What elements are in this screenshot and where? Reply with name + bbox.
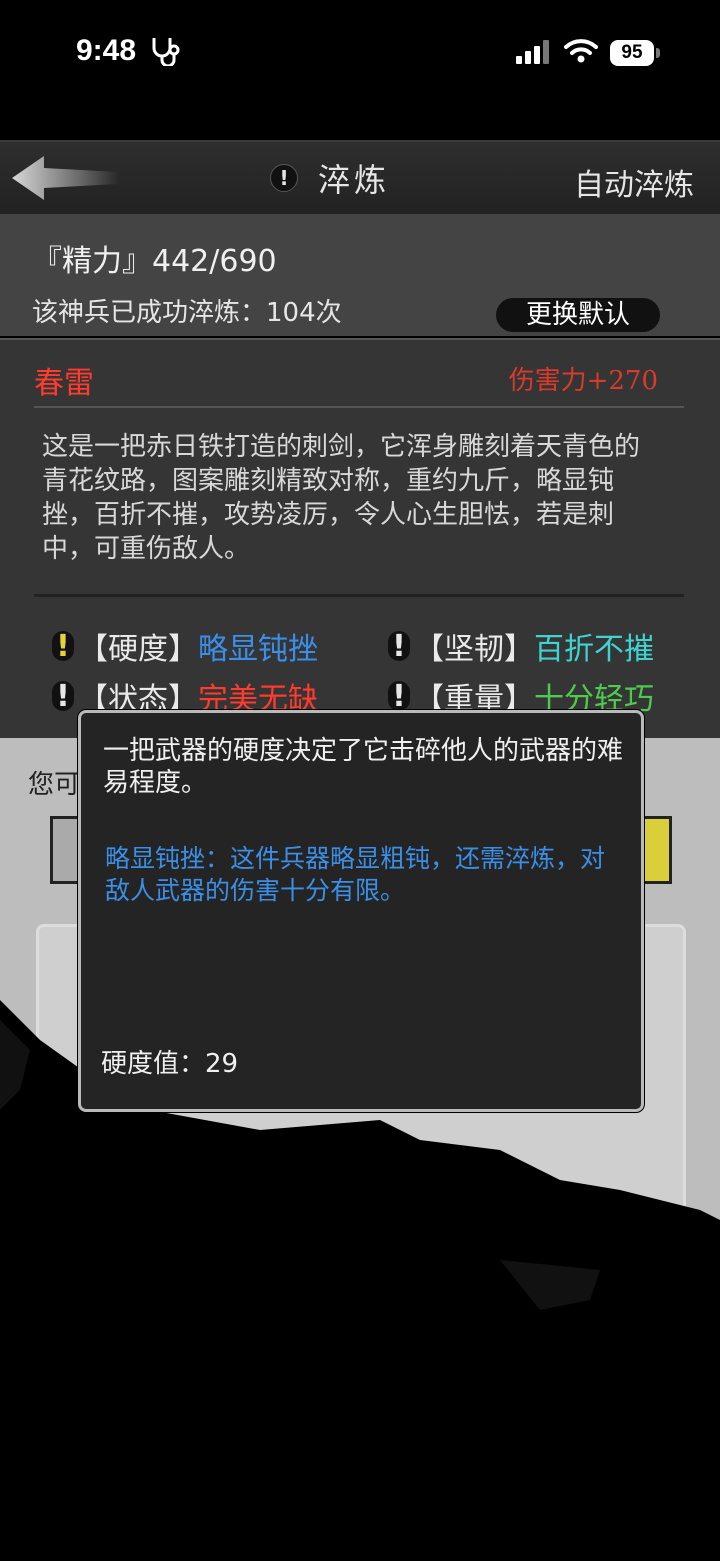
attribute-label: 【坚韧】 bbox=[414, 632, 534, 667]
divider bbox=[34, 406, 684, 408]
weapon-damage: 伤害力+270 bbox=[508, 366, 658, 396]
change-default-button[interactable]: 更换默认 bbox=[496, 298, 660, 332]
info-icon: ! bbox=[388, 679, 410, 714]
hint-text: 您可 bbox=[28, 770, 81, 800]
signal-icon bbox=[516, 40, 549, 64]
info-icon: ! bbox=[52, 629, 74, 664]
info-icon: ! bbox=[388, 629, 410, 664]
attribute-value: 百折不摧 bbox=[534, 632, 654, 667]
energy-text: 『精力』442/690 bbox=[32, 244, 277, 279]
title-wrap: ! 淬炼 bbox=[270, 158, 391, 199]
tooltip-value: 硬度值：29 bbox=[101, 1049, 239, 1079]
header-bar: ! 淬炼 自动淬炼 bbox=[0, 140, 720, 216]
tooltip-level-text: 略显钝挫：这件兵器略显粗钝，还需淬炼，对敌人武器的伤害十分有限。 bbox=[105, 844, 606, 905]
attribute-value: 略显钝挫 bbox=[198, 632, 318, 667]
divider bbox=[34, 594, 684, 597]
hardness-tooltip[interactable]: 一把武器的硬度决定了它击碎他人的武器的难易程度。 略显钝挫：这件兵器略显粗钝，还… bbox=[78, 710, 644, 1112]
energy-panel: 『精力』442/690 该神兵已成功淬炼：104次 更换默认 bbox=[0, 214, 720, 336]
tooltip-description: 一把武器的硬度决定了它击碎他人的武器的难易程度。 bbox=[103, 736, 624, 798]
weapon-name: 春雷 bbox=[34, 366, 94, 401]
weapon-panel: 春雷 伤害力+270 这是一把赤日铁打造的刺剑，它浑身雕刻着天青色的青花纹路，图… bbox=[0, 338, 720, 740]
success-count-text: 该神兵已成功淬炼：104次 bbox=[32, 298, 342, 328]
wifi-icon bbox=[564, 39, 598, 63]
weapon-description: 这是一把赤日铁打造的刺剑，它浑身雕刻着天青色的青花纹路，图案雕刻精致对称，重约九… bbox=[42, 432, 641, 564]
status-time: 9:48 bbox=[76, 34, 137, 67]
attribute-toughness[interactable]: ! 【坚韧】 百折不摧 bbox=[388, 624, 654, 668]
attribute-label: 【硬度】 bbox=[78, 632, 198, 667]
battery-tip bbox=[656, 48, 660, 58]
auto-refine-button[interactable]: 自动淬炼 bbox=[574, 160, 694, 204]
status-bar: 9:48 95 bbox=[0, 0, 720, 110]
battery-icon: 95 bbox=[610, 40, 654, 66]
info-icon[interactable]: ! bbox=[270, 164, 298, 192]
stethoscope-icon bbox=[152, 38, 180, 66]
back-arrow-icon[interactable] bbox=[10, 154, 120, 202]
attribute-hardness[interactable]: ! 【硬度】 略显钝挫 bbox=[52, 624, 318, 668]
info-icon: ! bbox=[52, 679, 74, 714]
page-title: 淬炼 bbox=[318, 161, 391, 199]
